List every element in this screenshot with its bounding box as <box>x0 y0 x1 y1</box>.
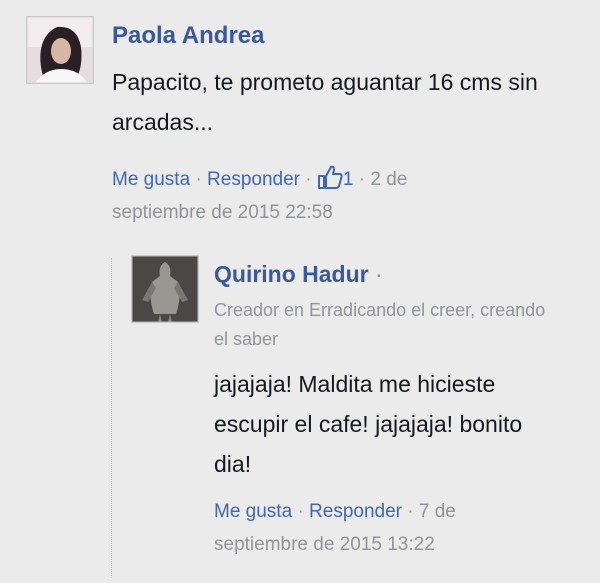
reply-thread-line <box>111 258 112 578</box>
reply-actions: Me gusta · Responder · 7 de septiembre d… <box>214 495 554 561</box>
separator: · <box>358 169 366 190</box>
like-link[interactable]: Me gusta <box>112 169 190 190</box>
comment-text: Papacito, te prometo aguantar 16 cms sin… <box>112 69 538 135</box>
avatar-quirino[interactable] <box>131 255 199 323</box>
thumbs-up-icon <box>317 165 343 189</box>
like-count-value: 1 <box>342 169 354 190</box>
reply-text: jajajaja! Maldita me hicieste escupir el… <box>214 371 523 477</box>
comment-author-name[interactable]: Paola Andrea <box>112 22 265 50</box>
reply-link[interactable]: Responder <box>207 169 300 190</box>
separator: · <box>375 261 383 287</box>
timestamp[interactable]: septiembre de 2015 22:58 <box>112 202 333 223</box>
reply-author-subtitle[interactable]: Creador en Erradicando el creer, creando… <box>214 296 559 354</box>
comment-actions: Me gusta · Responder · 1 · 2 de septiemb… <box>112 163 532 229</box>
avatar-photo <box>27 17 93 83</box>
timestamp[interactable]: septiembre de 2015 13:22 <box>214 534 435 555</box>
timestamp-date[interactable]: 2 de <box>370 169 407 190</box>
reply-author[interactable]: Quirino Hadur <box>214 261 369 287</box>
like-link[interactable]: Me gusta <box>214 501 292 522</box>
separator: · <box>297 501 304 522</box>
avatar-photo <box>132 256 198 322</box>
separator: · <box>407 501 414 522</box>
like-count[interactable]: 1 <box>317 165 354 190</box>
avatar-paola[interactable] <box>26 16 94 84</box>
reply-author-name[interactable]: Quirino Hadur · <box>214 261 383 288</box>
timestamp-date[interactable]: 7 de <box>419 501 456 522</box>
reply-link[interactable]: Responder <box>309 501 402 522</box>
separator: · <box>195 169 202 190</box>
separator: · <box>305 169 312 190</box>
